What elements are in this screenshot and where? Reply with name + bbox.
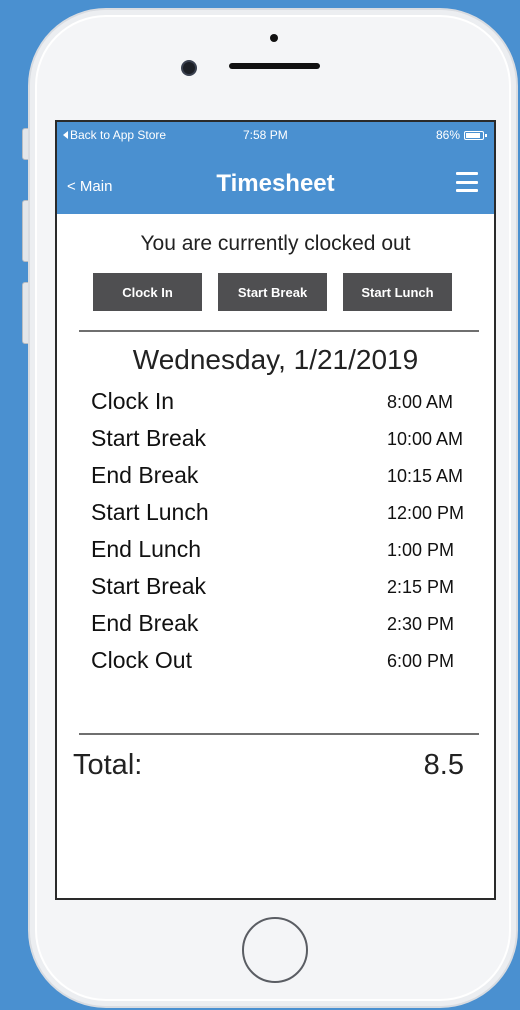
entry-time: 8:00 AM: [387, 392, 454, 412]
total-value: 8.5: [423, 749, 464, 781]
entry-label: End Break: [91, 462, 199, 488]
start-break-button[interactable]: Start Break: [218, 273, 327, 311]
entry-time: 10:15 AM: [387, 466, 464, 486]
entry-time: 10:00 AM: [387, 429, 464, 449]
earpiece-speaker: [229, 63, 320, 69]
page-title: Timesheet: [216, 170, 335, 197]
entry-time: 12:00 PM: [387, 503, 465, 523]
back-to-app-store-link[interactable]: Back to App Store: [63, 128, 166, 142]
timesheet-entry-row: Start Break 10:00 AM: [57, 425, 494, 461]
total-label: Total:: [73, 749, 143, 781]
back-to-app-store-label: Back to App Store: [70, 128, 167, 142]
battery-indicator: 86%: [435, 128, 487, 142]
entry-time: 1:00 PM: [387, 540, 455, 560]
timesheet-entry-row: Clock Out 6:00 PM: [57, 647, 494, 683]
timesheet-entry-row: Clock In 8:00 AM: [57, 388, 494, 424]
battery-icon: [464, 130, 487, 140]
timesheet-entry-row: End Break 2:30 PM: [57, 610, 494, 646]
status-time: 7:58 PM: [243, 128, 288, 142]
phone-screen: Back to App Store 7:58 PM 86% < Main Tim…: [55, 120, 496, 900]
entry-label: Clock In: [91, 388, 175, 414]
start-lunch-button[interactable]: Start Lunch: [343, 273, 452, 311]
front-camera-icon: [183, 62, 195, 74]
entry-label: Start Lunch: [91, 499, 209, 525]
entry-time: 2:30 PM: [387, 614, 455, 634]
entry-label: Start Break: [91, 425, 207, 451]
back-arrow-icon: [63, 131, 68, 139]
date-heading: Wednesday, 1/21/2019: [132, 344, 419, 375]
hamburger-menu-icon[interactable]: [456, 172, 478, 192]
battery-percent: 86%: [435, 128, 460, 142]
timesheet-entry-row: Start Break 2:15 PM: [57, 573, 494, 609]
status-bar: Back to App Store 7:58 PM 86%: [57, 128, 494, 144]
timesheet-entry-row: End Lunch 1:00 PM: [57, 536, 494, 572]
proximity-sensor: [270, 34, 278, 42]
entry-label: End Break: [91, 610, 199, 636]
section-divider: [79, 330, 479, 332]
clock-status-text: You are currently clocked out: [140, 232, 411, 255]
clock-in-button[interactable]: Clock In: [93, 273, 202, 311]
timesheet-entry-row: Start Lunch 12:00 PM: [57, 499, 494, 535]
timesheet-entry-row: End Break 10:15 AM: [57, 462, 494, 498]
entry-label: End Lunch: [91, 536, 201, 562]
entry-label: Start Break: [91, 573, 207, 599]
app-header: Back to App Store 7:58 PM 86% < Main Tim…: [57, 122, 494, 214]
entry-time: 6:00 PM: [387, 651, 455, 671]
entry-label: Clock Out: [91, 647, 192, 673]
total-divider: [79, 733, 479, 735]
entry-time: 2:15 PM: [387, 577, 455, 597]
home-button[interactable]: [242, 917, 308, 983]
